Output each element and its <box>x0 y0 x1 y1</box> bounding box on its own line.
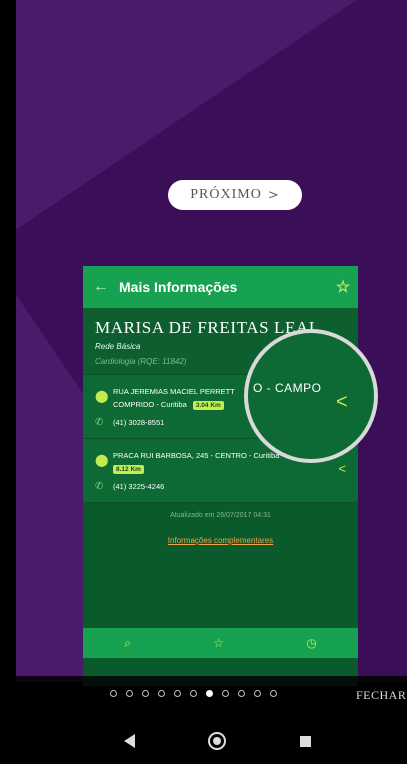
updated-timestamp: Atualizado em 26/07/2017 04:31 <box>83 502 358 528</box>
chevron-right-icon: > <box>267 187 280 203</box>
card-title: Mais Informações <box>119 279 238 295</box>
page-indicator <box>110 690 286 697</box>
bottom-navigation: ⌕ ☆ ◷ <box>83 628 358 658</box>
address-line1: RUA JEREMIAS MACIEL PERRETT <box>113 387 235 396</box>
more-info-link[interactable]: Informações complementares <box>83 528 358 553</box>
phone-icon: ✆ <box>95 417 104 428</box>
share-icon[interactable]: < <box>338 461 346 476</box>
system-navigation-bar <box>0 720 407 764</box>
magnifier-highlight: O - CAMPO < <box>244 329 378 463</box>
page-dot[interactable] <box>222 690 229 697</box>
map-pin-icon: ⬤ <box>95 453 109 467</box>
page-dot[interactable] <box>174 690 181 697</box>
page-dot-active[interactable] <box>206 690 213 697</box>
page-dot[interactable] <box>158 690 165 697</box>
page-dot[interactable] <box>238 690 245 697</box>
phone-number[interactable]: (41) 3225-4246 <box>113 482 164 491</box>
next-button-label: PRÓXIMO <box>190 187 262 202</box>
star-icon[interactable]: ☆ <box>328 277 358 297</box>
pager-bar: FECHAR <box>0 676 407 720</box>
page-dot[interactable] <box>110 690 117 697</box>
distance-badge: 8.12 Km <box>113 465 144 474</box>
star-icon[interactable]: ☆ <box>213 636 224 650</box>
page-dot[interactable] <box>254 690 261 697</box>
phone-number[interactable]: (41) 3028-8551 <box>113 418 164 427</box>
phone-icon: ✆ <box>95 481 104 492</box>
distance-badge: 3.04 Km <box>192 401 224 410</box>
close-button[interactable]: FECHAR <box>356 688 406 703</box>
map-pin-icon: ⬤ <box>95 389 109 403</box>
home-circle-icon[interactable] <box>208 732 226 750</box>
page-dot[interactable] <box>126 690 133 697</box>
page-dot[interactable] <box>142 690 149 697</box>
back-triangle-icon[interactable] <box>124 734 135 748</box>
next-button[interactable]: PRÓXIMO > <box>168 180 302 210</box>
arrow-left-icon[interactable]: ← <box>83 278 119 296</box>
address-line1: PRACA RUI BARBOSA, 245 - CENTRO - Curiti… <box>113 451 280 460</box>
share-icon[interactable]: < <box>336 391 348 414</box>
page-dot[interactable] <box>270 690 277 697</box>
address-line2: COMPRIDO - Curitiba <box>113 400 187 409</box>
page-dot[interactable] <box>190 690 197 697</box>
recent-apps-icon[interactable] <box>300 736 311 747</box>
clock-icon[interactable]: ◷ <box>306 636 316 650</box>
magnified-text: O - CAMPO <box>253 381 322 395</box>
card-header: ← Mais Informações ☆ <box>83 266 358 308</box>
search-icon[interactable]: ⌕ <box>124 636 131 651</box>
